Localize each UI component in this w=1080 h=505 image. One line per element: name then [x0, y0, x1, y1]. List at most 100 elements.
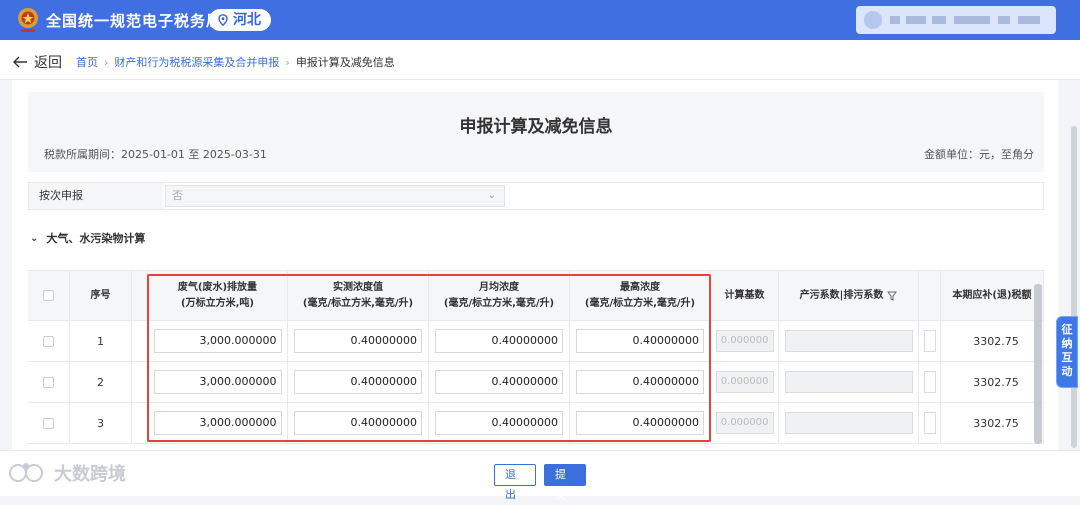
measured-cell: 0.40000000	[288, 321, 429, 362]
base-input: 0.000000	[715, 371, 774, 393]
form-title-box: 申报计算及减免信息 税款所属期间：2025-01-01 至 2025-03-31…	[28, 92, 1044, 172]
hidden-input	[923, 330, 936, 352]
arrow-left-icon	[13, 56, 27, 68]
row-checkbox[interactable]	[43, 417, 54, 429]
col-header-monthly: 月均浓度 (毫克/标立方米,毫克/升)	[429, 271, 570, 321]
measured-input[interactable]: 0.40000000	[294, 411, 422, 435]
base-cell: 0.000000	[711, 321, 779, 362]
monthly-input[interactable]: 0.40000000	[435, 370, 563, 394]
amount-unit: 金额单位：元，至角分	[924, 148, 1034, 161]
avatar	[864, 11, 882, 29]
footer-action-bar: 退出 提交	[0, 450, 1080, 501]
main-panel: 申报计算及减免信息 税款所属期间：2025-01-01 至 2025-03-31…	[12, 80, 1058, 450]
col-header-coef: 产污系数|排污系数	[779, 271, 919, 321]
select-all-header	[28, 271, 70, 321]
row-spacer	[919, 321, 941, 362]
redacted-text	[998, 16, 1010, 24]
side-widget-char: 动	[1061, 365, 1073, 378]
by-time-label: 按次申报	[29, 183, 163, 209]
breadcrumb: 首页 › 财产和行为税税源采集及合并申报 › 申报计算及减免信息	[76, 54, 395, 70]
page-title: 申报计算及减免信息	[459, 117, 613, 137]
max-cell: 0.40000000	[570, 403, 711, 444]
submit-button[interactable]: 提交	[544, 464, 586, 501]
emission-input[interactable]: 3,000.000000	[153, 329, 282, 353]
region-selector[interactable]: 河北	[209, 9, 271, 31]
chevron-right-icon: ›	[285, 55, 290, 69]
measured-cell: 0.40000000	[288, 362, 429, 403]
max-input[interactable]: 0.40000000	[576, 329, 704, 353]
redacted-text	[954, 16, 990, 24]
monthly-input[interactable]: 0.40000000	[435, 329, 563, 353]
table-row	[28, 321, 70, 362]
chevron-down-icon: ⌄	[487, 190, 496, 201]
header-line: (毫克/标立方米,毫克/升)	[584, 297, 696, 309]
watermark: 大数跨境	[8, 460, 126, 486]
exit-button[interactable]: 退出	[494, 464, 536, 501]
section-header[interactable]: ⌄ 大气、水污染物计算	[30, 230, 145, 246]
row-index: 1	[70, 321, 132, 362]
row-checkbox[interactable]	[43, 335, 54, 347]
emission-input[interactable]: 3,000.000000	[153, 370, 282, 394]
row-index: 2	[70, 362, 132, 403]
max-input[interactable]: 0.40000000	[576, 370, 704, 394]
row-spacer	[132, 362, 148, 403]
watermark-logo-icon	[9, 463, 43, 482]
breadcrumb-tax-collection[interactable]: 财产和行为税税源采集及合并申报	[114, 54, 279, 70]
hidden-input	[923, 371, 936, 393]
row-spacer	[132, 403, 148, 444]
section-title: 大气、水污染物计算	[46, 232, 146, 245]
taxpayer-interaction-widget[interactable]: 征 纳 互 动	[1056, 316, 1078, 388]
pollutant-table: 序号 废气(废水)排放量 (万标立方米,吨) 实测浓度值 (毫克/标立方米,毫克…	[28, 270, 1044, 450]
col-header-emission: 废气(废水)排放量 (万标立方米,吨)	[148, 271, 288, 321]
side-widget-char: 征	[1061, 323, 1073, 336]
user-account-menu[interactable]	[856, 6, 1056, 34]
base-cell: 0.000000	[711, 403, 779, 444]
side-widget-char: 互	[1061, 351, 1073, 364]
base-cell: 0.000000	[711, 362, 779, 403]
col-header-base: 计算基数	[711, 271, 779, 321]
back-button[interactable]: 返回	[12, 52, 62, 72]
monthly-cell: 0.40000000	[429, 362, 570, 403]
monthly-input[interactable]: 0.40000000	[435, 411, 563, 435]
filter-icon[interactable]	[887, 291, 898, 301]
breadcrumb-bar: 返回 首页 › 财产和行为税税源采集及合并申报 › 申报计算及减免信息	[0, 40, 1080, 80]
col-header-max: 最高浓度 (毫克/标立方米,毫克/升)	[570, 271, 711, 321]
breadcrumb-home[interactable]: 首页	[76, 54, 98, 70]
tax-amount: 3302.75	[941, 403, 1044, 444]
header-line: (毫克/标立方米,毫克/升)	[443, 297, 555, 309]
select-all-checkbox[interactable]	[43, 290, 54, 301]
emission-input[interactable]: 3,000.000000	[153, 411, 282, 435]
row-spacer	[919, 362, 941, 403]
col-header-spacer	[919, 271, 941, 321]
max-input[interactable]: 0.40000000	[576, 411, 704, 435]
coef-input	[784, 330, 913, 352]
header-line: 实测浓度值	[333, 281, 383, 293]
redacted-text	[1018, 16, 1040, 24]
watermark-text: 大数跨境	[54, 464, 126, 485]
measured-input[interactable]: 0.40000000	[294, 370, 422, 394]
by-time-select[interactable]: 否 ⌄	[165, 185, 505, 207]
header-line: (万标立方米,吨)	[181, 297, 254, 309]
side-widget-char: 纳	[1061, 337, 1073, 350]
row-index: 3	[70, 403, 132, 444]
back-label: 返回	[34, 55, 62, 71]
header-line: 废气(废水)排放量	[177, 281, 258, 293]
region-label: 河北	[233, 12, 261, 28]
coef-cell	[779, 321, 919, 362]
page-scrollbar[interactable]	[1071, 126, 1077, 448]
table-scrollbar[interactable]	[1034, 284, 1042, 444]
row-spacer	[132, 321, 148, 362]
tax-emblem-icon	[18, 8, 38, 32]
breadcrumb-current: 申报计算及减免信息	[295, 56, 395, 69]
redacted-text	[932, 16, 946, 24]
table-row	[28, 403, 70, 444]
tax-amount: 3302.75	[941, 362, 1044, 403]
tax-period: 税款所属期间：2025-01-01 至 2025-03-31	[44, 148, 267, 161]
chevron-down-icon: ⌄	[30, 232, 39, 244]
emission-cell: 3,000.000000	[148, 403, 288, 444]
emission-cell: 3,000.000000	[148, 321, 288, 362]
base-input: 0.000000	[715, 330, 774, 352]
measured-input[interactable]: 0.40000000	[294, 329, 422, 353]
row-checkbox[interactable]	[43, 376, 54, 388]
col-header-spacer	[132, 271, 148, 321]
